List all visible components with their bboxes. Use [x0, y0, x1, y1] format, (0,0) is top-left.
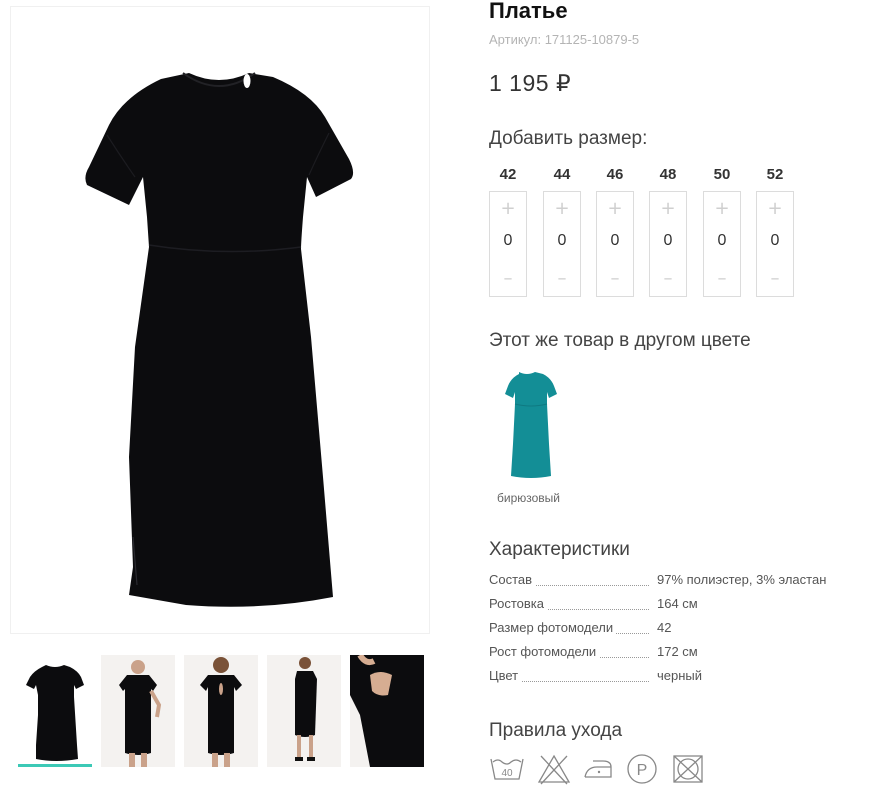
active-thumbnail-indicator	[18, 764, 92, 767]
spec-row: Цвет черный	[489, 668, 849, 692]
color-variant-turquoise[interactable]: бирюзовый	[497, 364, 567, 509]
sizes-heading: Добавить размер:	[489, 128, 648, 149]
care-icons: 40 P	[489, 753, 719, 787]
size-selector: 42 + 0 – 44 + 0 – 46 + 0 – 48 + 0 – 50 +…	[489, 164, 809, 299]
thumbnail-4[interactable]	[267, 655, 341, 767]
color-variant-label: бирюзовый	[497, 491, 560, 505]
quantity-value[interactable]: 0	[650, 232, 686, 250]
size-column: 46 + 0 –	[596, 164, 634, 297]
quantity-stepper: + 0 –	[543, 191, 581, 297]
other-colors-heading: Этот же товар в другом цвете	[489, 330, 751, 351]
spec-value: 172 см	[657, 644, 698, 659]
spec-row: Рост фотомодели 172 см	[489, 644, 849, 668]
no-tumble-dry-icon	[673, 755, 703, 783]
specs-table: Состав 97% полиэстер, 3% эластан Ростовк…	[489, 572, 849, 692]
spec-key: Ростовка	[489, 596, 547, 611]
dry-clean-p-icon: P	[627, 754, 657, 784]
size-label: 50	[713, 166, 731, 183]
quantity-stepper: + 0 –	[756, 191, 794, 297]
quantity-stepper: + 0 –	[703, 191, 741, 297]
wash-40-icon: 40	[490, 758, 524, 780]
thumbnail-2[interactable]	[101, 655, 175, 767]
spec-value: 42	[657, 620, 672, 635]
spec-key: Состав	[489, 572, 536, 587]
quantity-value[interactable]: 0	[544, 232, 580, 250]
size-column: 48 + 0 –	[649, 164, 687, 297]
sku-value: 171125-10879-5	[544, 32, 640, 47]
decrement-button[interactable]: –	[597, 266, 633, 292]
product-sku: Артикул: 171125-10879-5	[489, 32, 639, 47]
size-column: 50 + 0 –	[703, 164, 741, 297]
size-column: 42 + 0 –	[489, 164, 527, 297]
increment-button[interactable]: +	[650, 196, 686, 222]
size-label: 52	[766, 166, 784, 183]
svg-text:P: P	[637, 762, 648, 779]
decrement-button[interactable]: –	[490, 266, 526, 292]
increment-button[interactable]: +	[597, 196, 633, 222]
no-bleach-icon	[537, 754, 571, 785]
size-label: 42	[499, 166, 517, 183]
iron-low-icon	[584, 760, 612, 778]
specs-heading: Характеристики	[489, 539, 630, 560]
quantity-stepper: + 0 –	[649, 191, 687, 297]
thumbnail-3[interactable]	[184, 655, 258, 767]
size-column: 52 + 0 –	[756, 164, 794, 297]
quantity-value[interactable]: 0	[704, 232, 740, 250]
decrement-button[interactable]: –	[704, 266, 740, 292]
spec-key: Цвет	[489, 668, 522, 683]
increment-button[interactable]: +	[490, 196, 526, 222]
spec-value: черный	[657, 668, 703, 683]
quantity-value[interactable]: 0	[597, 232, 633, 250]
spec-row: Размер фотомодели 42	[489, 620, 849, 644]
sku-label: Артикул:	[489, 32, 542, 47]
dress-body	[85, 73, 354, 607]
size-label: 46	[606, 166, 624, 183]
decrement-button[interactable]: –	[544, 266, 580, 292]
size-column: 44 + 0 –	[543, 164, 581, 297]
turquoise-dress-thumbnail	[505, 372, 557, 478]
decrement-button[interactable]: –	[757, 266, 793, 292]
thumbnail-strip	[18, 655, 438, 770]
quantity-value[interactable]: 0	[757, 232, 793, 250]
decrement-button[interactable]: –	[650, 266, 686, 292]
spec-value: 97% полиэстер, 3% эластан	[657, 572, 827, 587]
spec-key: Рост фотомодели	[489, 644, 600, 659]
increment-button[interactable]: +	[544, 196, 580, 222]
product-title: Платье	[489, 0, 568, 23]
size-label: 48	[659, 166, 677, 183]
spec-row: Ростовка 164 см	[489, 596, 849, 620]
product-main-image[interactable]	[10, 6, 430, 634]
quantity-stepper: + 0 –	[489, 191, 527, 297]
spec-key: Размер фотомодели	[489, 620, 617, 635]
spec-row: Состав 97% полиэстер, 3% эластан	[489, 572, 849, 596]
care-heading: Правила ухода	[489, 720, 623, 741]
thumbnail-5[interactable]	[350, 655, 424, 767]
increment-button[interactable]: +	[704, 196, 740, 222]
svg-text:40: 40	[501, 768, 513, 779]
increment-button[interactable]: +	[757, 196, 793, 222]
size-label: 44	[553, 166, 571, 183]
product-price: 1 195 ₽	[489, 70, 572, 96]
quantity-stepper: + 0 –	[596, 191, 634, 297]
spec-value: 164 см	[657, 596, 698, 611]
quantity-value[interactable]: 0	[490, 232, 526, 250]
dress-illustration	[85, 72, 354, 607]
thumbnail-1[interactable]	[18, 655, 92, 767]
